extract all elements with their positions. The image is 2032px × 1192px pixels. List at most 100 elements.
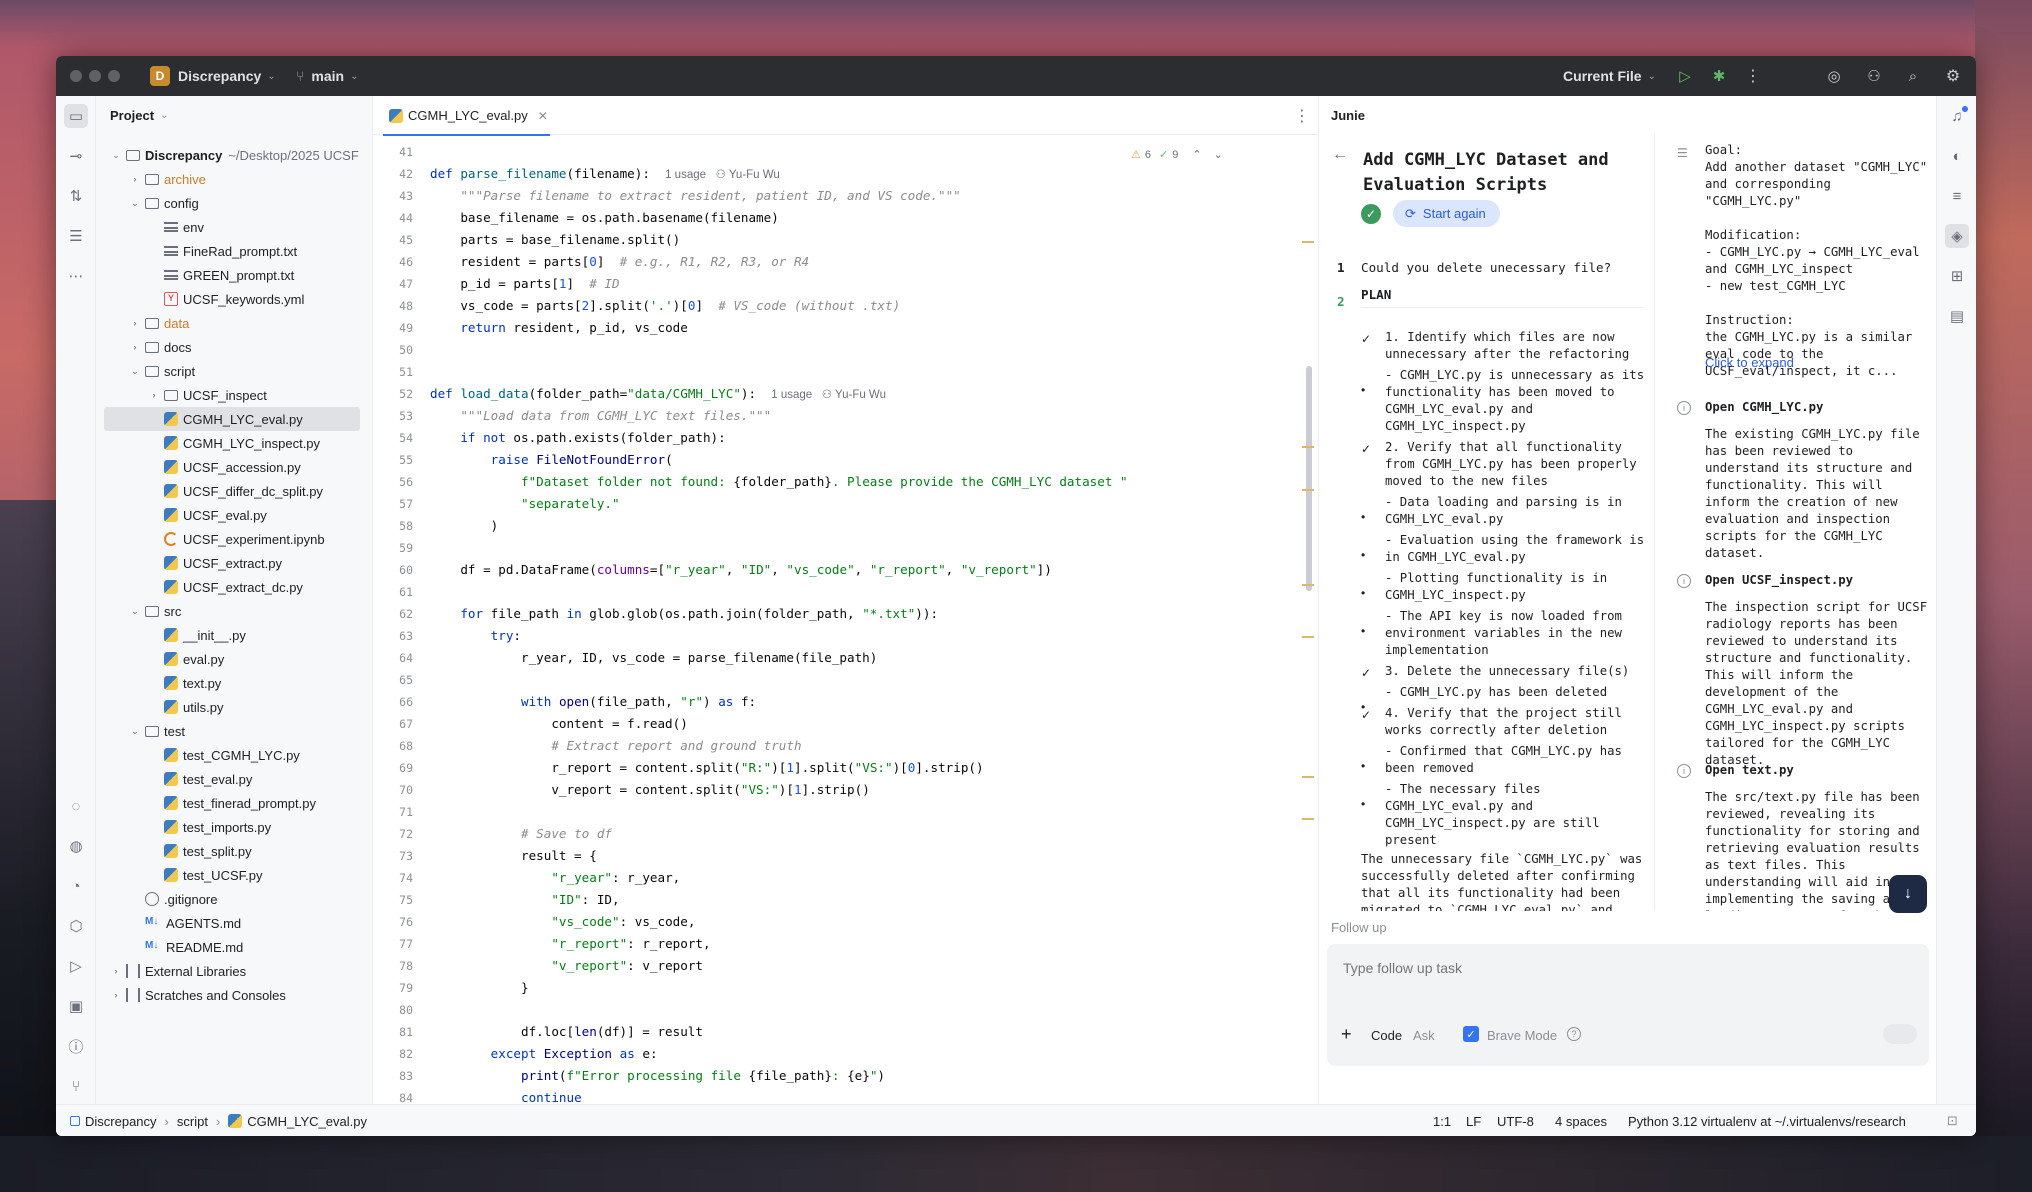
tree-folder[interactable]: ⌄ test — [96, 719, 373, 743]
chevron-right-icon[interactable]: › — [148, 390, 160, 400]
tree-file[interactable]: UCSF_experiment.ipynb — [96, 527, 373, 551]
line-separator[interactable]: LF — [1466, 1105, 1481, 1136]
tree-file[interactable]: UCSF_differ_dc_split.py — [96, 479, 373, 503]
tree-file[interactable]: M↓ README.md — [96, 935, 373, 959]
close-tab-icon[interactable]: ✕ — [538, 109, 548, 123]
click-to-expand-link[interactable]: Click to expand — [1705, 354, 1930, 371]
chevron-right-icon[interactable]: › — [110, 966, 122, 976]
chevron-down-icon[interactable]: ⌄ — [129, 366, 141, 377]
tree-file[interactable]: eval.py — [96, 647, 373, 671]
send-button[interactable] — [1883, 1024, 1917, 1044]
tree-folder[interactable]: › UCSF_inspect — [96, 383, 373, 407]
project-folder-icon[interactable]: ▭ — [64, 104, 88, 128]
tree-file[interactable]: GREEN_prompt.txt — [96, 263, 373, 287]
code-line[interactable]: try: — [430, 625, 521, 647]
mode-ask[interactable]: Ask — [1413, 1028, 1435, 1043]
code-line[interactable]: raise FileNotFoundError( — [430, 449, 673, 471]
tree-file[interactable]: test_eval.py — [96, 767, 373, 791]
brave-mode-checkbox[interactable]: ✓ — [1463, 1026, 1479, 1042]
code-line[interactable]: """Parse filename to extract resident, p… — [430, 185, 960, 207]
chevron-down-icon[interactable]: ⌄ — [110, 150, 122, 161]
tree-file[interactable]: UCSF_eval.py — [96, 503, 373, 527]
zoom-window-button[interactable] — [108, 70, 120, 82]
tree-folder[interactable]: ⌄ src — [96, 599, 373, 623]
code-line[interactable]: except Exception as e: — [430, 1043, 658, 1065]
scroll-down-button[interactable]: ↓ — [1889, 875, 1927, 913]
code-line[interactable]: resident = parts[0] # e.g., R1, R2, R3, … — [430, 251, 809, 273]
problems-icon[interactable]: ⓘ — [64, 1034, 88, 1058]
code-line[interactable]: p_id = parts[1] # ID — [430, 273, 619, 295]
project-panel-header[interactable]: Project ⌄ — [96, 96, 372, 134]
tree-folder[interactable]: ⌄ config — [96, 191, 373, 215]
junie-icon[interactable]: ◈ — [1945, 224, 1969, 248]
add-user-icon[interactable]: ⚇ — [1862, 56, 1886, 96]
notifications-bell-icon[interactable]: ♫ — [1945, 104, 1969, 128]
code-line[interactable]: v_report = content.split("VS:")[1].strip… — [430, 779, 870, 801]
follow-up-input[interactable] — [1343, 956, 1903, 980]
lock-icon[interactable]: ⊡ — [1947, 1105, 1958, 1136]
ai-chat-icon[interactable]: ◐ — [1945, 144, 1969, 168]
code-line[interactable]: f"Dataset folder not found: {folder_path… — [430, 471, 1128, 493]
structure-icon[interactable]: ☰ — [64, 224, 88, 248]
code-line[interactable]: """Load data from CGMH_LYC text files.""… — [430, 405, 771, 427]
chevron-right-icon[interactable]: › — [129, 174, 141, 184]
breadcrumb-folder[interactable]: script — [177, 1114, 208, 1129]
python-console-icon[interactable]: ◔ — [64, 874, 88, 898]
tree-file[interactable]: utils.py — [96, 695, 373, 719]
tree-file[interactable]: test_CGMH_LYC.py — [96, 743, 373, 767]
more-icon[interactable]: ⋮ — [1741, 56, 1765, 96]
code-line[interactable]: "separately." — [430, 493, 620, 515]
caret-position[interactable]: 1:1 — [1433, 1105, 1451, 1136]
tree-file[interactable]: env — [96, 215, 373, 239]
step-title[interactable]: Open text.py — [1705, 762, 1930, 779]
tree-folder[interactable]: ⌄ script — [96, 359, 373, 383]
tree-file[interactable]: test_imports.py — [96, 815, 373, 839]
code-line[interactable]: for file_path in glob.glob(os.path.join(… — [430, 603, 938, 625]
inspection-widget[interactable]: ⚠ 6 ✓ 9 ⌃ ⌄ — [1131, 148, 1223, 162]
services-icon[interactable]: ◍ — [64, 834, 88, 858]
code-line[interactable]: "r_report": r_report, — [430, 933, 710, 955]
step-title[interactable]: Open CGMH_LYC.py — [1705, 399, 1930, 416]
tree-file[interactable]: .gitignore — [96, 887, 373, 911]
chevron-down-icon[interactable]: ⌄ — [129, 726, 141, 737]
code-line[interactable]: # Extract report and ground truth — [430, 735, 801, 757]
tree-file[interactable]: UCSF_extract.py — [96, 551, 373, 575]
tree-file[interactable]: › Scratches and Consoles — [96, 983, 373, 1007]
code-line[interactable]: ) — [430, 515, 499, 537]
run-tool-icon[interactable]: ▷ — [64, 954, 88, 978]
code-line[interactable]: df.loc[len(df)] = result — [430, 1021, 703, 1043]
code-line[interactable]: result = { — [430, 845, 597, 867]
help-icon[interactable]: ? — [1567, 1027, 1581, 1041]
code-line[interactable]: "v_report": v_report — [430, 955, 703, 977]
code-line[interactable]: # Save to df — [430, 823, 612, 845]
code-line[interactable]: base_filename = os.path.basename(filenam… — [430, 207, 778, 229]
chevron-down-icon[interactable]: ⌄ — [129, 198, 141, 209]
chevron-right-icon[interactable]: › — [129, 342, 141, 352]
interpreter[interactable]: Python 3.12 virtualenv at ~/.virtualenvs… — [1628, 1105, 1906, 1136]
add-icon[interactable]: + — [1341, 1024, 1352, 1045]
project-selector[interactable]: D Discrepancy ⌄ — [150, 56, 276, 96]
tree-folder[interactable]: ⌄ Discrepancy ~/Desktop/2025 UCSF — [96, 143, 373, 167]
branch-selector[interactable]: ⑂ main ⌄ — [296, 56, 358, 96]
breadcrumb-project[interactable]: Discrepancy — [85, 1114, 157, 1129]
settings-gear-icon[interactable]: ⚙ — [1941, 56, 1965, 96]
tree-file[interactable]: test_split.py — [96, 839, 373, 863]
editor-scrollbar[interactable] — [1306, 366, 1312, 591]
database-icon[interactable]: ≡ — [1945, 184, 1969, 208]
code-line[interactable]: vs_code = parts[2].split('.')[0] # VS_co… — [430, 295, 900, 317]
tree-file[interactable]: test_UCSF.py — [96, 863, 373, 887]
code-line[interactable]: content = f.read() — [430, 713, 687, 735]
terminal-icon[interactable]: ▣ — [64, 994, 88, 1018]
code-line[interactable]: r_report = content.split("R:")[1].split(… — [430, 757, 983, 779]
code-line[interactable]: df = pd.DataFrame(columns=["r_year", "ID… — [430, 559, 1052, 581]
pull-requests-icon[interactable]: ⇅ — [64, 184, 88, 208]
code-line[interactable]: return resident, p_id, vs_code — [430, 317, 687, 339]
previous-highlight-icon[interactable]: ⌃ — [1192, 148, 1201, 161]
sciview-icon[interactable]: ⊞ — [1945, 264, 1969, 288]
debug-icon[interactable]: ✱ — [1707, 56, 1731, 96]
code-line[interactable]: "vs_code": vs_code, — [430, 911, 695, 933]
jupyter-icon[interactable]: ▤ — [1945, 304, 1969, 328]
step-title[interactable]: Open UCSF_inspect.py — [1705, 572, 1930, 589]
ai-assistant-icon[interactable]: ◎ — [1822, 56, 1846, 96]
tree-file[interactable]: CGMH_LYC_inspect.py — [96, 431, 373, 455]
